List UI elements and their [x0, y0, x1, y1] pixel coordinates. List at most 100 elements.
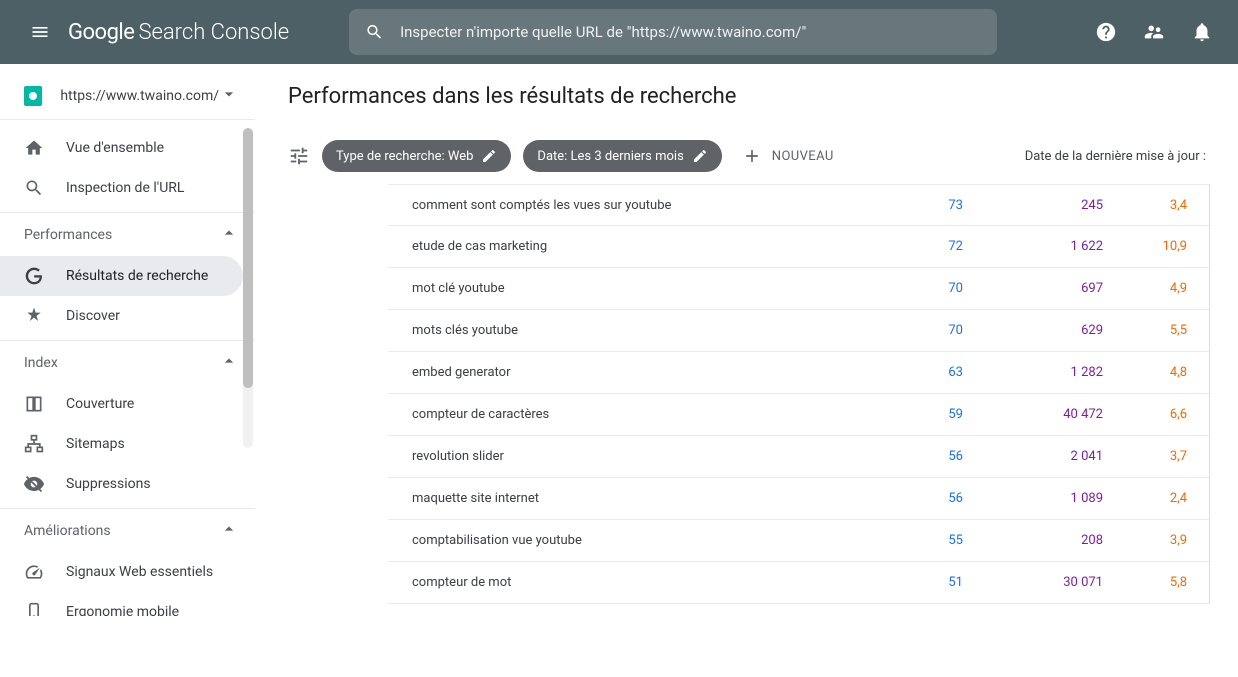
sidebar-item-web-vitals[interactable]: Signaux Web essentiels: [0, 552, 243, 592]
home-icon: [24, 138, 48, 158]
table-row[interactable]: maquette site internet561 0892,4: [388, 478, 1209, 520]
impressions-cell: 2 041: [989, 449, 1129, 464]
removals-icon: [24, 474, 48, 494]
search-icon: [365, 22, 384, 42]
position-cell: 2,4: [1129, 491, 1209, 506]
notifications-icon[interactable]: [1182, 12, 1222, 52]
sidebar-item-url-inspection[interactable]: Inspection de l'URL: [0, 168, 243, 208]
table-row[interactable]: etude de cas marketing721 62210,9: [388, 226, 1209, 268]
sidebar-item-sitemaps[interactable]: Sitemaps: [0, 424, 243, 464]
plus-icon: [742, 146, 762, 166]
app-header: Google Search Console: [0, 0, 1238, 64]
query-cell[interactable]: maquette site internet: [388, 491, 869, 506]
chip-date[interactable]: Date: Les 3 derniers mois: [523, 140, 721, 172]
clicks-cell: 70: [869, 281, 989, 296]
table-row[interactable]: mot clé youtube706974,9: [388, 268, 1209, 310]
clicks-cell: 56: [869, 491, 989, 506]
section-label: Améliorations: [24, 523, 111, 539]
sidebar-section-enhancements[interactable]: Améliorations: [0, 508, 255, 552]
logo-google: Google: [68, 20, 134, 45]
table-row[interactable]: compteur de caractères5940 4726,6: [388, 394, 1209, 436]
sidebar-item-label: Discover: [66, 308, 120, 324]
sidebar-item-removals[interactable]: Suppressions: [0, 464, 243, 504]
position-cell: 4,8: [1129, 365, 1209, 380]
add-filter-button[interactable]: NOUVEAU: [742, 146, 834, 166]
logo[interactable]: Google Search Console: [68, 20, 289, 45]
clicks-cell: 59: [869, 407, 989, 422]
query-cell[interactable]: embed generator: [388, 365, 869, 380]
impressions-cell: 629: [989, 323, 1129, 338]
clicks-cell: 55: [869, 533, 989, 548]
property-selector[interactable]: https://www.twaino.com/: [0, 72, 255, 120]
sidebar-item-label: Inspection de l'URL: [66, 180, 184, 196]
clicks-cell: 73: [869, 198, 989, 213]
position-cell: 3,4: [1129, 198, 1209, 213]
table-row[interactable]: embed generator631 2824,8: [388, 352, 1209, 394]
chevron-up-icon: [219, 351, 239, 375]
impressions-cell: 1 282: [989, 365, 1129, 380]
sidebar-item-label: Résultats de recherche: [66, 268, 208, 284]
query-cell[interactable]: mot clé youtube: [388, 281, 869, 296]
clicks-cell: 51: [869, 575, 989, 590]
queries-table: comment sont comptés les vues sur youtub…: [388, 184, 1210, 604]
query-cell[interactable]: revolution slider: [388, 449, 869, 464]
clicks-cell: 63: [869, 365, 989, 380]
position-cell: 6,6: [1129, 407, 1209, 422]
query-cell[interactable]: comment sont comptés les vues sur youtub…: [388, 198, 869, 213]
url-search-box[interactable]: [349, 9, 997, 55]
sidebar-item-discover[interactable]: Discover: [0, 296, 243, 336]
chip-label: Type de recherche: Web: [336, 149, 473, 164]
sidebar-item-coverage[interactable]: Couverture: [0, 384, 243, 424]
last-update-label: Date de la dernière mise à jour :: [1025, 149, 1206, 164]
sidebar-item-label: Signaux Web essentiels: [66, 564, 213, 580]
property-url: https://www.twaino.com/: [60, 88, 219, 104]
mobile-icon: [24, 602, 48, 616]
query-cell[interactable]: compteur de caractères: [388, 407, 869, 422]
sidebar-item-label: Ergonomie mobile: [66, 604, 179, 616]
query-cell[interactable]: mots clés youtube: [388, 323, 869, 338]
filter-icon[interactable]: [288, 145, 310, 167]
sidebar-item-search-results[interactable]: Résultats de recherche: [0, 256, 243, 296]
users-icon[interactable]: [1134, 12, 1174, 52]
query-cell[interactable]: etude de cas marketing: [388, 239, 869, 254]
chip-label: Date: Les 3 derniers mois: [537, 149, 683, 164]
sitemap-icon: [24, 434, 48, 454]
impressions-cell: 1 089: [989, 491, 1129, 506]
table-row[interactable]: revolution slider562 0413,7: [388, 436, 1209, 478]
sidebar-item-mobile[interactable]: Ergonomie mobile: [0, 592, 243, 616]
chip-search-type[interactable]: Type de recherche: Web: [322, 140, 511, 172]
logo-search-console: Search Console: [138, 20, 289, 45]
sidebar-section-performance[interactable]: Performances: [0, 212, 255, 256]
scrollbar-thumb[interactable]: [243, 128, 253, 388]
sidebar-section-index[interactable]: Index: [0, 340, 255, 384]
query-cell[interactable]: compteur de mot: [388, 575, 869, 590]
google-g-icon: [24, 266, 48, 286]
clicks-cell: 70: [869, 323, 989, 338]
impressions-cell: 30 071: [989, 575, 1129, 590]
section-label: Index: [24, 355, 58, 371]
position-cell: 5,5: [1129, 323, 1209, 338]
position-cell: 3,9: [1129, 533, 1209, 548]
help-icon[interactable]: [1086, 12, 1126, 52]
sidebar-item-label: Couverture: [66, 396, 134, 412]
sidebar: https://www.twaino.com/ Vue d'ensemble I…: [0, 64, 256, 616]
table-row[interactable]: comptabilisation vue youtube552083,9: [388, 520, 1209, 562]
query-cell[interactable]: comptabilisation vue youtube: [388, 533, 869, 548]
chevron-up-icon: [219, 519, 239, 543]
url-search-input[interactable]: [400, 23, 981, 41]
sidebar-item-label: Suppressions: [66, 476, 151, 492]
table-row[interactable]: mots clés youtube706295,5: [388, 310, 1209, 352]
clicks-cell: 72: [869, 239, 989, 254]
table-row[interactable]: comment sont comptés les vues sur youtub…: [388, 184, 1209, 226]
search-icon: [24, 178, 48, 198]
position-cell: 5,8: [1129, 575, 1209, 590]
chevron-up-icon: [219, 223, 239, 247]
sidebar-item-overview[interactable]: Vue d'ensemble: [0, 128, 243, 168]
table-row[interactable]: compteur de mot5130 0715,8: [388, 562, 1209, 604]
clicks-cell: 56: [869, 449, 989, 464]
position-cell: 3,7: [1129, 449, 1209, 464]
hamburger-menu[interactable]: [16, 8, 64, 56]
filter-bar: Type de recherche: Web Date: Les 3 derni…: [256, 128, 1238, 184]
impressions-cell: 40 472: [989, 407, 1129, 422]
impressions-cell: 208: [989, 533, 1129, 548]
